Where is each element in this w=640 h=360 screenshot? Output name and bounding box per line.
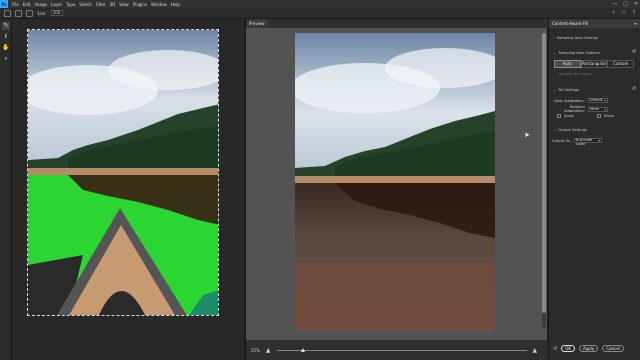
sample-all-layers-label: Sample All Layers	[559, 72, 592, 76]
options-bar: Size: 100	[0, 8, 640, 19]
window-controls: — □ ✕	[612, 0, 638, 8]
output-to-dropdown[interactable]: Duplicate Layer	[573, 138, 602, 145]
chevron-down-icon: ⌄	[553, 87, 557, 92]
close-icon[interactable]: ✕	[634, 1, 638, 7]
preview-panel: Preview 25% ▲ ▲	[245, 19, 548, 360]
fill-settings-section[interactable]: ⌄ Fill Settings	[553, 87, 579, 92]
share-icon[interactable]: ⇪	[632, 9, 636, 15]
rotation-adaptation-row: Rotation Adaptation: None	[553, 105, 608, 113]
preview-photo	[295, 33, 495, 331]
content-aware-fill-panel: Content-Aware Fill ≡ › Sampling Area Ove…	[548, 19, 640, 360]
output-settings-section[interactable]: ⌄ Output Settings	[553, 127, 587, 132]
color-adaptation-dropdown[interactable]: Default	[588, 98, 608, 103]
seg-auto[interactable]: Auto	[554, 60, 581, 68]
color-adaptation-row: Color Adaptation: Default	[553, 98, 608, 103]
toolbox: ✎ ℓ ✋ ⌕	[0, 19, 12, 360]
sampling-overlay-label: Sampling Area Overlay	[556, 35, 598, 40]
sampling-mode-segmented: Auto Rectangular Custom	[554, 60, 635, 68]
sample-all-layers-row[interactable]: Sample All Layers	[559, 72, 591, 76]
menu-bar: Ps File Edit Image Layer Type Select Fil…	[0, 0, 640, 8]
menu-select[interactable]: Select	[79, 2, 91, 7]
menu-image[interactable]: Image	[34, 2, 47, 7]
scale-mirror-row: Scale Mirror	[557, 114, 614, 118]
color-adaptation-label: Color Adaptation:	[553, 98, 585, 103]
output-to-label: Output To:	[552, 138, 571, 143]
sampling-overlay-section[interactable]: › Sampling Area Overlay	[553, 35, 598, 40]
rotation-adaptation-label: Rotation Adaptation:	[564, 105, 585, 113]
subtract-from-selection-icon[interactable]	[26, 9, 33, 17]
brush-icon[interactable]: ℓ	[2, 33, 10, 41]
menu-plugins[interactable]: Plugins	[133, 2, 147, 7]
mouse-cursor-icon: ➤	[524, 131, 530, 139]
workspace-icon[interactable]: ▭	[621, 9, 626, 15]
scale-checkbox[interactable]	[557, 114, 561, 118]
rotation-adaptation-dropdown[interactable]: None	[588, 106, 608, 112]
mirror-checkbox[interactable]	[596, 114, 601, 118]
sampling-options-label: Sampling Area Options	[558, 50, 600, 55]
photoshop-logo: Ps	[0, 0, 8, 8]
top-right-icons: ⌕ ▭ ⇪	[612, 9, 636, 15]
sampling-options-section[interactable]: ⌄ Sampling Area Options	[553, 50, 600, 55]
preview-tab-bar	[246, 19, 548, 28]
lasso-icon[interactable]: ✎	[2, 22, 10, 30]
mirror-label: Mirror	[603, 114, 615, 118]
apply-button[interactable]: Apply	[578, 345, 599, 352]
output-to-row: Output To: Duplicate Layer	[552, 138, 602, 145]
menu-file[interactable]: File	[12, 2, 19, 7]
source-photo	[27, 29, 219, 316]
size-label: Size:	[37, 10, 47, 16]
chevron-down-icon: ⌄	[553, 50, 557, 55]
seg-custom[interactable]: Custom	[607, 60, 635, 68]
menu-help[interactable]: Help	[171, 2, 180, 7]
menu-filter[interactable]: Filter	[96, 2, 106, 7]
ok-button[interactable]: OK	[561, 345, 575, 352]
zoom-slider[interactable]	[276, 347, 527, 352]
panel-buttons: ↺ OK Apply Cancel	[549, 345, 640, 352]
chevron-down-icon: ⌄	[553, 127, 557, 132]
minimize-icon[interactable]: —	[612, 1, 617, 7]
hand-icon[interactable]: ✋	[2, 44, 10, 52]
scrollbar-thumb[interactable]	[542, 33, 546, 313]
preview-scrollbar[interactable]	[542, 33, 546, 329]
menu-edit[interactable]: Edit	[23, 2, 31, 7]
scale-label: Scale	[564, 114, 574, 118]
panel-menu-icon[interactable]: ≡	[634, 21, 637, 26]
menu-3d[interactable]: 3D	[110, 2, 116, 7]
zoom-slider-knob[interactable]	[300, 347, 305, 352]
reset-fill-icon[interactable]: ↺	[632, 86, 636, 92]
preview-tab[interactable]: Preview	[246, 19, 268, 28]
menu-layer[interactable]: Layer	[51, 2, 62, 7]
zoom-out-icon[interactable]: ▲	[266, 347, 271, 354]
size-field[interactable]: 100	[50, 10, 63, 16]
reset-all-icon[interactable]: ↺	[553, 346, 557, 352]
cancel-button[interactable]: Cancel	[602, 345, 624, 352]
zoom-icon[interactable]: ⌕	[2, 55, 10, 63]
maximize-icon[interactable]: □	[623, 1, 628, 7]
search-icon[interactable]: ⌕	[612, 9, 615, 15]
output-settings-label: Output Settings	[558, 127, 587, 132]
panel-header: Content-Aware Fill ≡	[549, 19, 640, 28]
add-to-selection-icon[interactable]	[15, 9, 22, 17]
document-canvas[interactable]	[12, 19, 244, 360]
chevron-right-icon: ›	[553, 35, 555, 40]
menu-view[interactable]: View	[119, 2, 129, 7]
panel-title: Content-Aware Fill	[552, 21, 589, 26]
reset-sampling-icon[interactable]: ↺	[632, 49, 636, 55]
menu-window[interactable]: Window	[151, 2, 167, 7]
zoom-in-icon[interactable]: ▲	[533, 347, 538, 354]
zoom-value: 25%	[251, 347, 260, 353]
lasso-tool-icon[interactable]	[4, 9, 11, 17]
zoom-bar: 25% ▲ ▲	[246, 340, 548, 360]
menu-type[interactable]: Type	[66, 2, 75, 7]
seg-rectangular[interactable]: Rectangular	[580, 60, 608, 68]
fill-settings-label: Fill Settings	[558, 87, 580, 92]
